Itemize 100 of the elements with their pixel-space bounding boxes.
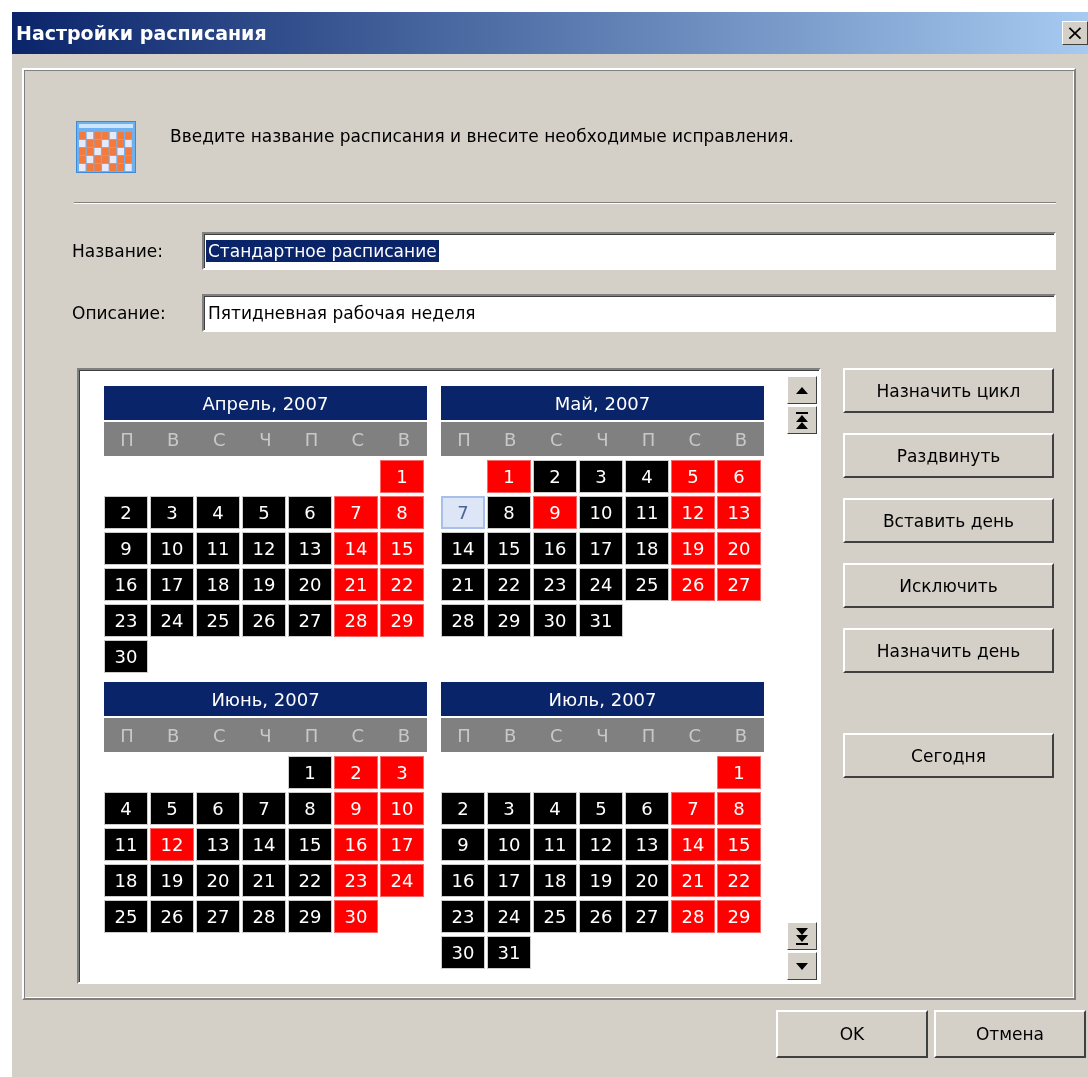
day-cell[interactable]: 11: [196, 532, 240, 565]
day-cell[interactable]: 2: [104, 496, 148, 529]
day-cell[interactable]: 1: [717, 756, 761, 789]
name-field[interactable]: Стандартное расписание: [202, 232, 1056, 270]
day-cell[interactable]: 17: [579, 532, 623, 565]
day-cell[interactable]: 6: [288, 496, 332, 529]
day-cell[interactable]: 26: [150, 900, 194, 933]
day-cell[interactable]: 3: [150, 496, 194, 529]
day-cell[interactable]: 17: [150, 568, 194, 601]
day-cell[interactable]: 8: [288, 792, 332, 825]
day-cell[interactable]: 28: [671, 900, 715, 933]
action-button[interactable]: Вставить день: [843, 498, 1054, 543]
day-cell[interactable]: 9: [441, 828, 485, 861]
day-cell[interactable]: 30: [104, 640, 148, 673]
day-cell[interactable]: 29: [288, 900, 332, 933]
day-cell[interactable]: 20: [625, 864, 669, 897]
day-cell[interactable]: 4: [625, 460, 669, 493]
day-cell[interactable]: 29: [380, 604, 424, 637]
day-cell[interactable]: 25: [104, 900, 148, 933]
day-cell[interactable]: 19: [579, 864, 623, 897]
day-cell[interactable]: 14: [334, 532, 378, 565]
day-cell[interactable]: 7: [242, 792, 286, 825]
day-cell[interactable]: 5: [579, 792, 623, 825]
day-cell[interactable]: 30: [441, 936, 485, 969]
day-cell[interactable]: 27: [196, 900, 240, 933]
day-cell[interactable]: 10: [150, 532, 194, 565]
day-cell[interactable]: 20: [717, 532, 761, 565]
day-cell[interactable]: 21: [441, 568, 485, 601]
day-cell[interactable]: 21: [671, 864, 715, 897]
day-cell[interactable]: 29: [717, 900, 761, 933]
day-cell[interactable]: 15: [380, 532, 424, 565]
day-cell[interactable]: 1: [380, 460, 424, 493]
day-cell[interactable]: 14: [441, 532, 485, 565]
day-cell[interactable]: 1: [487, 460, 531, 493]
day-cell[interactable]: 8: [717, 792, 761, 825]
day-cell[interactable]: 3: [579, 460, 623, 493]
day-cell[interactable]: 22: [288, 864, 332, 897]
day-cell[interactable]: 7: [441, 496, 485, 529]
day-cell[interactable]: 24: [380, 864, 424, 897]
day-cell[interactable]: 20: [288, 568, 332, 601]
day-cell[interactable]: 22: [380, 568, 424, 601]
day-cell[interactable]: 10: [380, 792, 424, 825]
day-cell[interactable]: 28: [441, 604, 485, 637]
day-cell[interactable]: 18: [196, 568, 240, 601]
action-button[interactable]: Исключить: [843, 563, 1054, 608]
action-button[interactable]: Назначить день: [843, 628, 1054, 673]
day-cell[interactable]: 17: [487, 864, 531, 897]
day-cell[interactable]: 16: [334, 828, 378, 861]
day-cell[interactable]: 5: [242, 496, 286, 529]
day-cell[interactable]: 6: [717, 460, 761, 493]
day-cell[interactable]: 15: [717, 828, 761, 861]
day-cell[interactable]: 26: [671, 568, 715, 601]
day-cell[interactable]: 9: [533, 496, 577, 529]
day-cell[interactable]: 16: [441, 864, 485, 897]
day-cell[interactable]: 9: [334, 792, 378, 825]
day-cell[interactable]: 9: [104, 532, 148, 565]
close-button[interactable]: ×: [1062, 21, 1088, 45]
day-cell[interactable]: 7: [671, 792, 715, 825]
action-button[interactable]: Назначить цикл: [843, 368, 1054, 413]
day-cell[interactable]: 30: [533, 604, 577, 637]
day-cell[interactable]: 21: [242, 864, 286, 897]
day-cell[interactable]: 1: [288, 756, 332, 789]
day-cell[interactable]: 8: [487, 496, 531, 529]
action-button[interactable]: Сегодня: [843, 733, 1054, 778]
day-cell[interactable]: 24: [487, 900, 531, 933]
day-cell[interactable]: 12: [150, 828, 194, 861]
day-cell[interactable]: 23: [104, 604, 148, 637]
day-cell[interactable]: 2: [441, 792, 485, 825]
day-cell[interactable]: 10: [487, 828, 531, 861]
day-cell[interactable]: 26: [579, 900, 623, 933]
day-cell[interactable]: 2: [334, 756, 378, 789]
day-cell[interactable]: 3: [380, 756, 424, 789]
day-cell[interactable]: 16: [104, 568, 148, 601]
day-cell[interactable]: 29: [487, 604, 531, 637]
day-cell[interactable]: 18: [533, 864, 577, 897]
day-cell[interactable]: 25: [196, 604, 240, 637]
day-cell[interactable]: 13: [717, 496, 761, 529]
description-field[interactable]: Пятидневная рабочая неделя: [202, 294, 1056, 332]
cancel-button[interactable]: Отмена: [934, 1010, 1086, 1058]
day-cell[interactable]: 12: [242, 532, 286, 565]
day-cell[interactable]: 25: [625, 568, 669, 601]
day-cell[interactable]: 19: [242, 568, 286, 601]
day-cell[interactable]: 14: [671, 828, 715, 861]
day-cell[interactable]: 11: [104, 828, 148, 861]
day-cell[interactable]: 27: [717, 568, 761, 601]
ok-button[interactable]: OK: [776, 1010, 928, 1058]
day-cell[interactable]: 20: [196, 864, 240, 897]
day-cell[interactable]: 28: [242, 900, 286, 933]
day-cell[interactable]: 12: [671, 496, 715, 529]
day-cell[interactable]: 27: [625, 900, 669, 933]
action-button[interactable]: Раздвинуть: [843, 433, 1054, 478]
day-cell[interactable]: 7: [334, 496, 378, 529]
day-cell[interactable]: 27: [288, 604, 332, 637]
day-cell[interactable]: 21: [334, 568, 378, 601]
day-cell[interactable]: 4: [104, 792, 148, 825]
day-cell[interactable]: 19: [150, 864, 194, 897]
scroll-to-top-button[interactable]: [787, 406, 817, 434]
day-cell[interactable]: 24: [150, 604, 194, 637]
day-cell[interactable]: 3: [487, 792, 531, 825]
day-cell[interactable]: 12: [579, 828, 623, 861]
